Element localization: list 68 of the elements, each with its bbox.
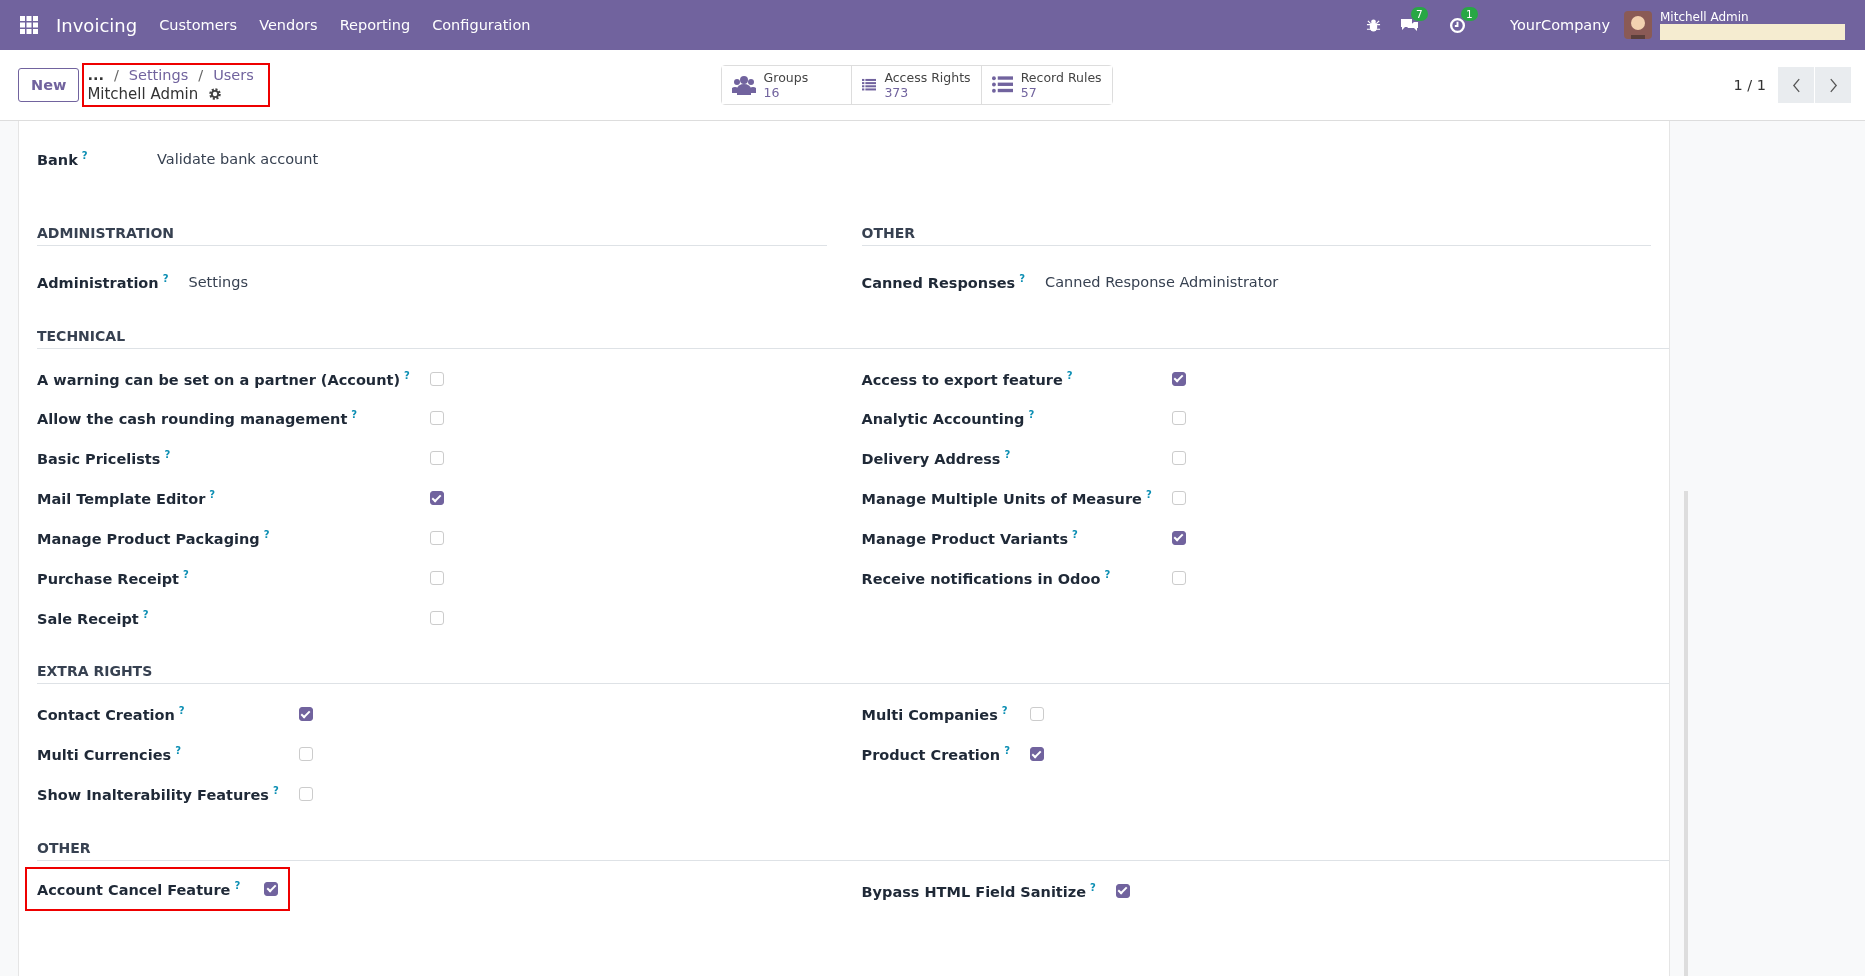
- menu-item[interactable]: Reporting: [339, 17, 411, 33]
- field-value: Validate bank account: [157, 150, 320, 167]
- checkbox[interactable]: [429, 491, 444, 506]
- gear-icon[interactable]: [208, 87, 223, 101]
- chevron-right-icon: [1828, 77, 1838, 93]
- field-label: Analytic Accounting $^{?}$: [861, 408, 1036, 430]
- field-label: Bank $^{?}$: [37, 149, 89, 170]
- count-badge: 7: [1411, 7, 1428, 21]
- field-label: Contact Creation $^{?}$: [37, 704, 186, 726]
- menu-item[interactable]: Customers: [159, 17, 238, 33]
- field-label: Basic Pricelists $^{?}$: [37, 448, 172, 470]
- record-title: Mitchell Admin: [87, 85, 199, 103]
- field-label: Canned Responses $^{?}$: [861, 271, 1026, 293]
- company-name[interactable]: YourCompany: [1510, 17, 1610, 33]
- count-badge: 1: [1461, 6, 1478, 21]
- breadcrumb-separator: /: [113, 67, 119, 83]
- breadcrumb-link[interactable]: Users: [213, 67, 254, 83]
- menu-item[interactable]: Configuration: [432, 17, 531, 33]
- field-label: A warning can be set on a partner (Account) $^{?}$: [37, 368, 410, 390]
- checkbox[interactable]: [264, 881, 279, 896]
- field-label: Bypass HTML Field Sanitize $^{?}$: [861, 880, 1096, 902]
- bullet-list-icon: [991, 76, 1013, 94]
- breadcrumb-link[interactable]: Settings: [128, 67, 189, 83]
- bug-icon[interactable]: [1366, 17, 1382, 33]
- checkbox[interactable]: [1029, 747, 1044, 762]
- field-label: Administration $^{?}$: [37, 271, 169, 293]
- avatar-icon[interactable]: [1624, 11, 1652, 39]
- checkbox[interactable]: [298, 707, 313, 722]
- section-title: ADMINISTRATION: [37, 224, 827, 246]
- field-label: Mail Template Editor $^{?}$: [37, 488, 217, 509]
- field-label: Allow the cash rounding management $^{?}$: [37, 408, 359, 430]
- field-label: Manage Product Packaging $^{?}$: [37, 527, 271, 549]
- chat-icon[interactable]: [1399, 17, 1420, 33]
- section-title: OTHER: [37, 839, 1669, 861]
- field-value: Canned Response Administrator: [1045, 273, 1280, 290]
- checkbox[interactable]: [1115, 883, 1130, 898]
- user-name[interactable]: Mitchell Admin: [1660, 10, 1845, 24]
- menu-item[interactable]: Vendors: [259, 17, 318, 33]
- field-label: Multi Currencies $^{?}$: [37, 744, 182, 766]
- field-label: Manage Multiple Units of Measure $^{?}$: [861, 488, 1152, 509]
- field-label: Product Creation $^{?}$: [861, 744, 1010, 766]
- field-label: Sale Receipt $^{?}$: [37, 607, 150, 629]
- field-label: Multi Companies $^{?}$: [861, 704, 1009, 726]
- next-button[interactable]: [1815, 67, 1851, 103]
- checkbox[interactable]: [1171, 371, 1186, 386]
- chevron-left-icon: [1791, 77, 1801, 93]
- stat-button[interactable]: Groups 16: [721, 66, 852, 104]
- pager-value: 1 / 1: [1733, 77, 1766, 93]
- new-button[interactable]: New: [18, 68, 80, 102]
- field-value: Settings: [188, 273, 249, 290]
- section-title: OTHER: [861, 224, 1651, 246]
- app-name[interactable]: Invoicing: [56, 14, 138, 36]
- apps-menu-icon[interactable]: [20, 16, 38, 34]
- section-title: EXTRA RIGHTS: [37, 663, 1669, 685]
- field-label: Account Cancel Feature $^{?}$: [37, 878, 241, 900]
- clock-icon[interactable]: [1449, 16, 1467, 34]
- field-label: Purchase Receipt $^{?}$: [37, 567, 190, 589]
- field-label: Manage Product Variants $^{?}$: [861, 527, 1079, 549]
- checkbox[interactable]: [1171, 530, 1186, 545]
- people-icon: [731, 75, 756, 95]
- section-title: TECHNICAL: [37, 327, 1669, 349]
- previous-button[interactable]: [1778, 67, 1814, 103]
- field-label: Receive notifications in Odoo $^{?}$: [861, 567, 1112, 589]
- breadcrumb-link[interactable]: ...: [87, 67, 104, 83]
- field-label: Show Inalterability Features $^{?}$: [37, 784, 279, 805]
- field-label: Delivery Address $^{?}$: [861, 448, 1012, 470]
- breadcrumb-separator: /: [198, 67, 204, 83]
- field-label: Access to export feature $^{?}$: [861, 368, 1074, 390]
